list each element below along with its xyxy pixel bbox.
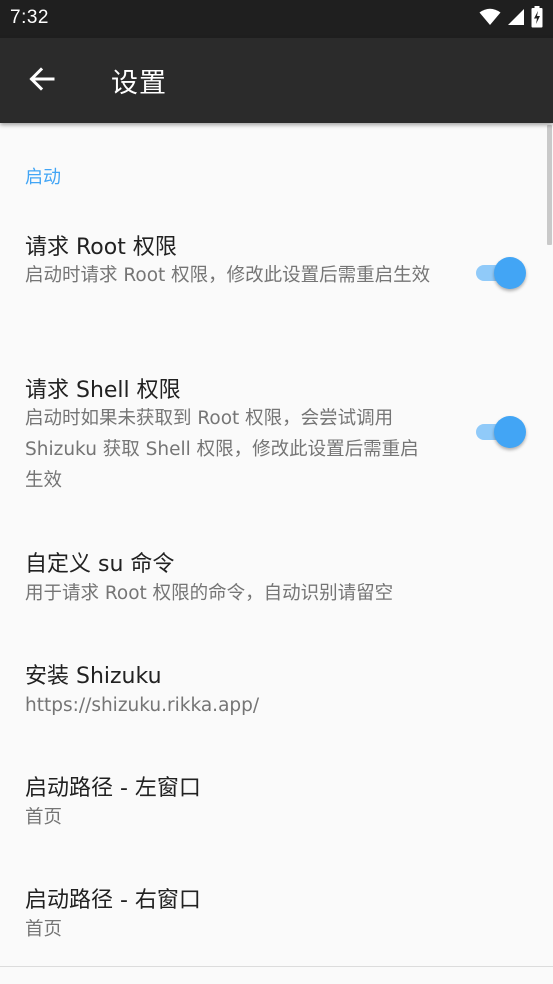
switch-thumb bbox=[494, 257, 526, 289]
pref-summary: 启动时如果未获取到 Root 权限，会尝试调用 Shizuku 获取 Shell… bbox=[25, 408, 419, 491]
battery-charging-icon bbox=[531, 6, 543, 32]
app-bar: 设置 bbox=[0, 38, 553, 123]
pref-request-shell[interactable]: 请求 Shell 权限 启动时如果未获取到 Root 权限，会尝试调用 Shiz… bbox=[0, 355, 553, 515]
pref-summary: 首页 bbox=[25, 919, 63, 940]
pref-title: 启动路径 - 左窗口 bbox=[25, 776, 201, 801]
pref-summary: 首页 bbox=[25, 807, 63, 828]
pref-summary: https://shizuku.rikka.app/ bbox=[25, 695, 260, 716]
pref-title: 自定义 su 命令 bbox=[25, 552, 175, 577]
arrow-back-icon bbox=[29, 67, 55, 95]
wifi-icon bbox=[479, 8, 501, 30]
pref-title: 请求 Shell 权限 bbox=[25, 378, 181, 403]
back-button[interactable] bbox=[14, 58, 70, 104]
divider bbox=[0, 966, 553, 967]
page-title: 设置 bbox=[111, 68, 167, 99]
pref-title: 安装 Shizuku bbox=[25, 664, 162, 689]
pref-install-shizuku[interactable]: 安装 Shizuku https://shizuku.rikka.app/ bbox=[0, 641, 553, 741]
pref-custom-su[interactable]: 自定义 su 命令 用于请求 Root 权限的命令，自动识别请留空 bbox=[0, 528, 553, 628]
pref-request-root[interactable]: 请求 Root 权限 启动时请求 Root 权限，修改此设置后需重启生效 bbox=[0, 213, 553, 333]
settings-list[interactable]: 启动 请求 Root 权限 启动时请求 Root 权限，修改此设置后需重启生效 … bbox=[0, 123, 553, 984]
pref-summary: 用于请求 Root 权限的命令，自动识别请留空 bbox=[25, 583, 394, 604]
status-bar: 7:32 bbox=[0, 0, 553, 38]
switch-thumb bbox=[494, 416, 526, 448]
signal-icon bbox=[507, 8, 525, 30]
category-startup: 启动 bbox=[25, 167, 61, 188]
pref-startup-path-left[interactable]: 启动路径 - 左窗口 首页 bbox=[0, 753, 553, 853]
pref-startup-path-right[interactable]: 启动路径 - 右窗口 首页 bbox=[0, 864, 553, 964]
pref-title: 启动路径 - 右窗口 bbox=[25, 888, 201, 913]
status-icons bbox=[479, 6, 543, 32]
pref-summary: 启动时请求 Root 权限，修改此设置后需重启生效 bbox=[25, 265, 431, 286]
pref-title: 请求 Root 权限 bbox=[25, 235, 177, 260]
status-time: 7:32 bbox=[10, 7, 49, 28]
root-toggle-switch[interactable] bbox=[474, 255, 526, 291]
shell-toggle-switch[interactable] bbox=[474, 414, 526, 450]
